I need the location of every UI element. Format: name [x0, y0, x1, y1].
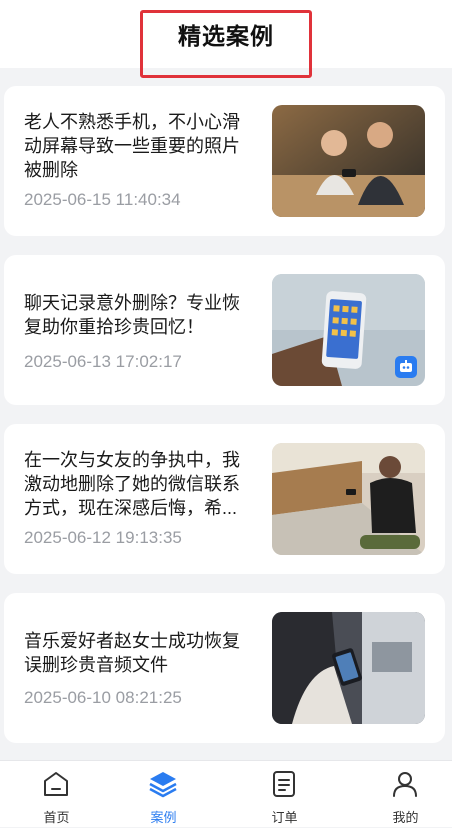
tab-mine[interactable]: 我的 [349, 761, 452, 828]
bottom-tab-bar: 首页 案例 订单 我的 [0, 760, 452, 827]
case-date: 2025-06-10 08:21:25 [24, 688, 182, 707]
tab-label: 我的 [392, 810, 419, 825]
case-card[interactable]: 在一次与女友的争执中，我激动地删除了她的微信联系方式，现在深感后悔，希... 2… [4, 424, 445, 574]
case-title: 老人不熟悉手机，不小心滑动屏幕导致一些重要的照片被删除 [24, 112, 240, 180]
case-thumbnail [272, 612, 425, 724]
title-highlight-box [140, 10, 312, 78]
order-icon [269, 769, 299, 799]
robot-icon [395, 356, 417, 378]
tab-label: 案例 [150, 810, 177, 825]
case-thumbnail [272, 443, 425, 555]
case-card[interactable]: 音乐爱好者赵女士成功恢复误删珍贵音频文件 2025-06-10 08:21:25 [4, 593, 445, 743]
user-icon [390, 769, 420, 799]
tab-label: 订单 [271, 810, 298, 825]
case-title: 音乐爱好者赵女士成功恢复误删珍贵音频文件 [24, 631, 240, 675]
tab-cases[interactable]: 案例 [107, 761, 220, 828]
case-date: 2025-06-12 19:13:35 [24, 528, 182, 547]
tab-orders[interactable]: 订单 [228, 761, 341, 828]
page-header: 精选案例 [0, 0, 452, 78]
case-thumbnail [272, 274, 425, 386]
case-title: 聊天记录意外删除？专业恢复助你重拾珍贵回忆！ [24, 293, 240, 337]
home-icon [41, 769, 71, 799]
case-date: 2025-06-13 17:02:17 [24, 352, 182, 371]
case-title: 在一次与女友的争执中，我激动地删除了她的微信联系方式，现在深感后悔，希... [24, 450, 240, 518]
case-card[interactable]: 老人不熟悉手机，不小心滑动屏幕导致一些重要的照片被删除 2025-06-15 1… [4, 86, 445, 236]
layers-icon [148, 769, 178, 799]
case-date: 2025-06-15 11:40:34 [24, 190, 181, 209]
case-thumbnail [272, 105, 425, 217]
tab-home[interactable]: 首页 [0, 761, 113, 828]
tab-label: 首页 [43, 810, 70, 825]
case-card[interactable]: 聊天记录意外删除？专业恢复助你重拾珍贵回忆！ 2025-06-13 17:02:… [4, 255, 445, 405]
